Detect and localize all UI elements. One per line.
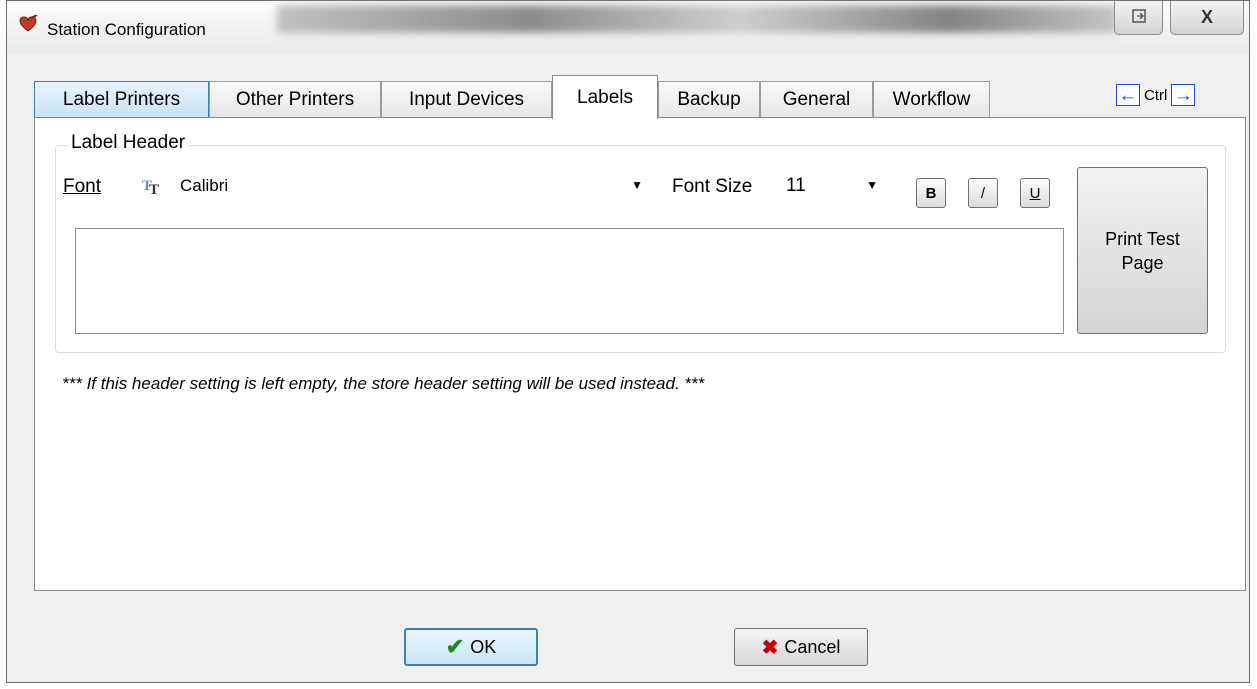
- restore-button[interactable]: [1114, 1, 1163, 35]
- station-configuration-window: Station Configuration X Label Printers O…: [6, 0, 1250, 683]
- font-size-dropdown[interactable]: 11 ▼: [782, 170, 886, 202]
- checkmark-icon: ✔: [445, 634, 465, 659]
- title-bar: Station Configuration X: [7, 1, 1249, 53]
- window-title: Station Configuration: [47, 20, 206, 39]
- header-note: *** If this header setting is left empty…: [62, 374, 705, 393]
- ok-label: OK: [470, 636, 497, 657]
- heart-icon: [17, 14, 39, 35]
- tab-navigation: ← Ctrl →: [1116, 83, 1196, 107]
- label-header-text-area[interactable]: [75, 228, 1064, 334]
- print-test-page-button[interactable]: Print Test Page: [1077, 167, 1208, 334]
- group-title: Label Header: [68, 132, 189, 154]
- arrow-right-icon[interactable]: →: [1171, 84, 1196, 106]
- tab-general[interactable]: General: [760, 81, 873, 117]
- font-size-value: 11: [786, 175, 806, 196]
- arrow-left-icon[interactable]: ←: [1116, 84, 1140, 106]
- underline-button[interactable]: U: [1020, 178, 1050, 208]
- tab-backup[interactable]: Backup: [658, 81, 760, 117]
- close-icon: X: [1200, 7, 1213, 27]
- chevron-down-icon: ▼: [631, 178, 643, 192]
- close-button[interactable]: X: [1170, 1, 1244, 35]
- tab-label-printers[interactable]: Label Printers: [34, 81, 209, 117]
- labels-tab-panel: Label Header Font TT Calibri ▼ Font Size…: [34, 117, 1246, 591]
- ok-button[interactable]: ✔ OK: [404, 628, 538, 666]
- italic-button[interactable]: /: [968, 178, 998, 208]
- restore-icon: [1131, 8, 1146, 27]
- font-dropdown[interactable]: TT Calibri ▼: [130, 170, 643, 202]
- font-value: Calibri: [180, 176, 229, 195]
- font-label: Font: [63, 176, 102, 197]
- tab-input-devices[interactable]: Input Devices: [381, 81, 552, 117]
- svg-text:T: T: [149, 182, 159, 196]
- chevron-down-icon: ▼: [866, 178, 878, 192]
- bold-button[interactable]: B: [916, 178, 946, 208]
- tab-other-printers[interactable]: Other Printers: [209, 81, 381, 117]
- cancel-button[interactable]: ✖ Cancel: [734, 628, 868, 666]
- ctrl-label: Ctrl: [1144, 86, 1168, 104]
- print-test-page-label: Print Test Page: [1105, 228, 1180, 273]
- tab-labels[interactable]: Labels: [552, 75, 658, 119]
- title-bar-blur: [277, 5, 1117, 33]
- tab-workflow[interactable]: Workflow: [873, 81, 990, 117]
- font-size-label: Font Size: [672, 176, 753, 197]
- truetype-font-icon: TT: [142, 176, 166, 198]
- cross-icon: ✖: [761, 636, 779, 659]
- cancel-label: Cancel: [784, 636, 841, 657]
